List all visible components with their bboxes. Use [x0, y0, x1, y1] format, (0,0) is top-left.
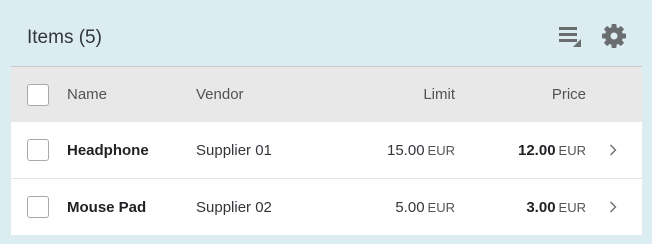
table-toolbar: Items (5)	[11, 12, 642, 66]
table-header-row: Name Vendor Limit Price	[11, 67, 642, 122]
table-row[interactable]: Headphone Supplier 01 15.00 EUR 12.00 EUR	[11, 122, 642, 179]
row-checkbox[interactable]	[27, 196, 49, 218]
limit-value: 15.00	[387, 141, 425, 159]
price-value: 12.00	[518, 141, 556, 159]
select-all-checkbox[interactable]	[27, 83, 49, 106]
row-checkbox[interactable]	[27, 139, 49, 161]
column-header-vendor[interactable]: Vendor	[196, 86, 244, 103]
column-header-name[interactable]: Name	[67, 86, 107, 103]
sort-settings-button[interactable]	[556, 22, 584, 50]
column-header-limit[interactable]: Limit	[423, 86, 455, 103]
item-name: Headphone	[67, 141, 149, 159]
gear-icon	[602, 24, 626, 48]
sort-settings-icon	[559, 27, 581, 47]
item-limit: 15.00 EUR	[387, 142, 455, 159]
table-row[interactable]: Mouse Pad Supplier 02 5.00 EUR 3.00 EUR	[11, 179, 642, 235]
table-title: Items (5)	[27, 27, 102, 48]
price-unit: EUR	[558, 199, 586, 215]
chevron-right-icon[interactable]	[606, 200, 620, 214]
item-vendor: Supplier 01	[196, 141, 272, 159]
limit-value: 5.00	[395, 198, 425, 216]
item-price: 3.00 EUR	[526, 199, 586, 216]
chevron-right-icon[interactable]	[606, 143, 620, 157]
item-price: 12.00 EUR	[518, 142, 586, 159]
items-panel: Items (5) Name Vendor Limit Price Headph…	[11, 12, 642, 237]
item-limit: 5.00 EUR	[395, 199, 455, 216]
column-header-price[interactable]: Price	[552, 86, 586, 103]
limit-unit: EUR	[427, 142, 455, 158]
toolbar-actions	[556, 22, 628, 50]
items-table: Name Vendor Limit Price Headphone Suppli…	[11, 66, 642, 235]
item-vendor: Supplier 02	[196, 198, 272, 216]
price-unit: EUR	[558, 142, 586, 158]
price-value: 3.00	[526, 198, 556, 216]
limit-unit: EUR	[427, 199, 455, 215]
settings-button[interactable]	[600, 22, 628, 50]
item-name: Mouse Pad	[67, 198, 147, 216]
